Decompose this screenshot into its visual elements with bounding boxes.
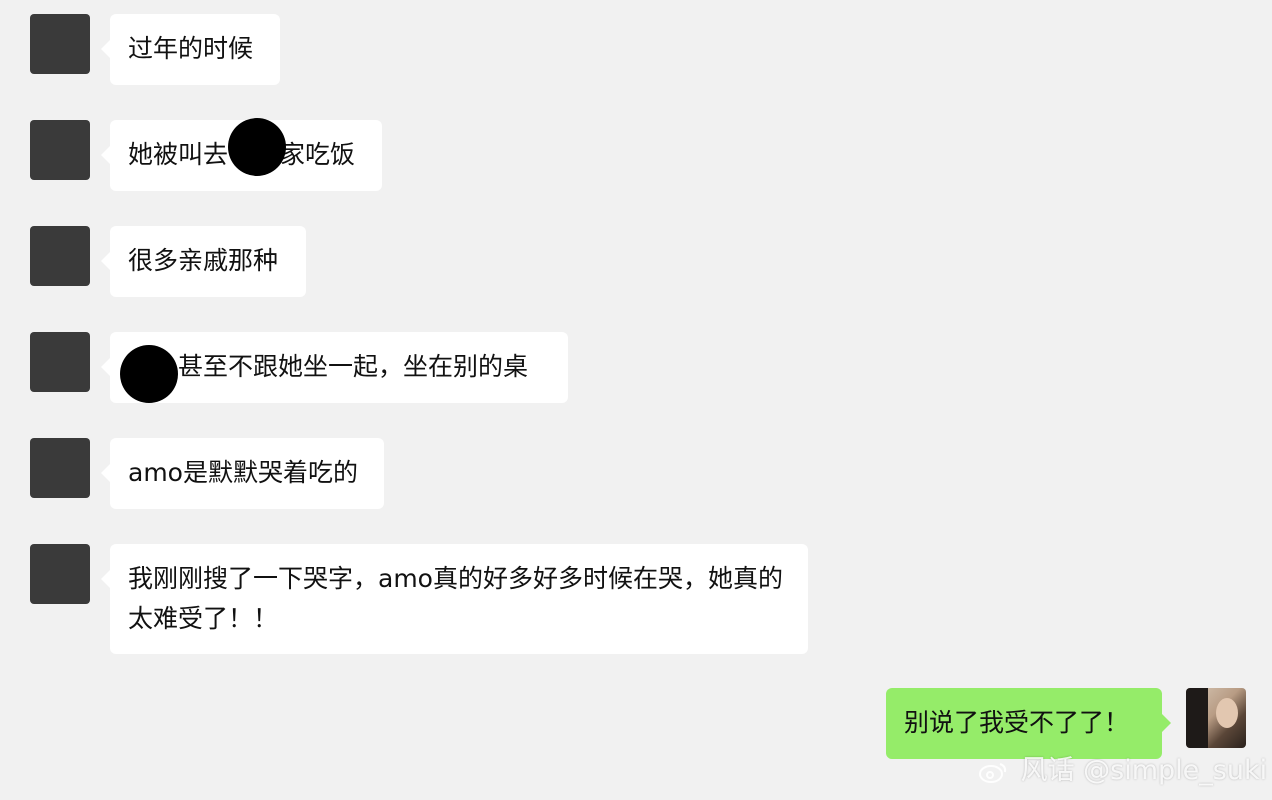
- contact-avatar[interactable]: [30, 226, 90, 286]
- weibo-icon: [979, 762, 1007, 783]
- watermark: 风话 @simple_suki: [978, 748, 1267, 787]
- contact-avatar[interactable]: [30, 544, 90, 604]
- message-text: 甚至不跟她坐一起，坐在别的桌: [178, 352, 529, 381]
- message-text-part: 家吃饭: [280, 140, 356, 169]
- message-text-part: 她被叫去: [128, 140, 229, 169]
- message-text: 过年的时候: [128, 34, 254, 63]
- message-bubble[interactable]: 我刚刚搜了一下哭字，amo真的好多好多时候在哭，她真的太难受了！！: [101, 544, 808, 654]
- message-text: 我刚刚搜了一下哭字，amo真的好多好多时候在哭，她真的太难受了！！: [128, 564, 783, 633]
- message-bubble[interactable]: amo是默默哭着吃的: [101, 438, 384, 509]
- message-bubble[interactable]: 很多亲戚那种: [101, 226, 306, 297]
- message-text: 很多亲戚那种: [128, 246, 279, 275]
- message-text: amo是默默哭着吃的: [128, 458, 358, 487]
- contact-avatar[interactable]: [30, 120, 90, 180]
- redaction-mark: [120, 345, 178, 403]
- contact-avatar[interactable]: [30, 14, 90, 74]
- watermark-text: 风话 @simple_suki: [1020, 755, 1268, 786]
- my-avatar[interactable]: [1186, 688, 1246, 748]
- message-bubble[interactable]: 甚至不跟她坐一起，坐在别的桌: [101, 332, 568, 403]
- chat-history: 过年的时候 她被叫去 家吃饭 很多亲戚那种 甚至不跟她坐一起，坐在别的桌 amo是…: [0, 0, 1272, 800]
- message-text: 别说了我受不了了！: [904, 708, 1130, 737]
- redaction-mark: [228, 118, 286, 176]
- contact-avatar[interactable]: [30, 438, 90, 498]
- message-bubble[interactable]: 过年的时候: [101, 14, 280, 85]
- contact-avatar[interactable]: [30, 332, 90, 392]
